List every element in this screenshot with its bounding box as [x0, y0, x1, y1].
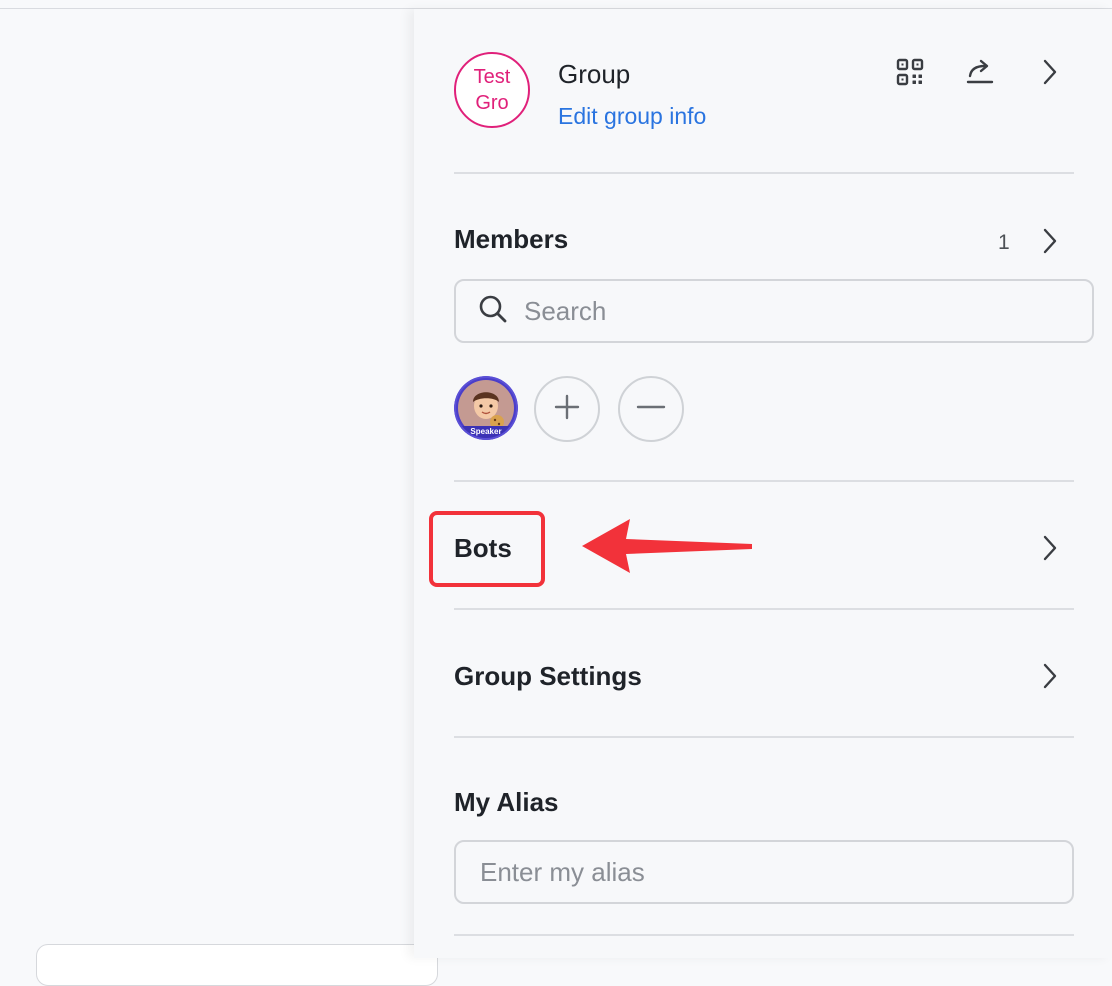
qr-code-icon[interactable]: [892, 54, 928, 90]
members-title: Members: [454, 224, 569, 254]
edit-group-info-link[interactable]: Edit group info: [558, 103, 706, 130]
member-search-input[interactable]: [522, 294, 1086, 328]
message-composer[interactable]: [36, 944, 438, 986]
member-avatar-caption: Speaker: [470, 427, 501, 436]
share-icon[interactable]: [962, 54, 998, 90]
annotation-highlight-box: [429, 511, 545, 587]
my-alias-input[interactable]: [478, 855, 1042, 889]
group-info-panel: Test Gro Group Edit group info Members 1…: [414, 9, 1112, 958]
plus-icon: [554, 394, 580, 425]
member-avatar[interactable]: Speaker: [454, 376, 518, 440]
group-settings-chevron-right-icon[interactable]: [1032, 658, 1068, 694]
divider: [454, 608, 1074, 610]
members-count: 1: [998, 231, 1010, 254]
search-icon: [478, 294, 508, 329]
member-search-box[interactable]: [454, 279, 1094, 343]
divider: [454, 480, 1074, 482]
remove-member-button[interactable]: [618, 376, 684, 442]
group-name: Group: [558, 59, 631, 89]
divider: [454, 934, 1074, 936]
my-alias-title: My Alias: [454, 787, 559, 817]
chat-area: [0, 9, 414, 958]
divider: [454, 172, 1074, 174]
group-settings-title[interactable]: Group Settings: [454, 661, 642, 692]
annotation-arrow-icon: [580, 519, 756, 580]
add-member-button[interactable]: [534, 376, 600, 442]
my-alias-box[interactable]: [454, 840, 1074, 904]
divider: [454, 736, 1074, 738]
group-avatar-text-line1: Test: [473, 66, 511, 88]
members-chevron-right-icon[interactable]: [1032, 223, 1068, 259]
group-avatar-text-line2: Gro: [475, 92, 509, 114]
group-avatar[interactable]: Test Gro: [454, 52, 530, 128]
minus-icon: [636, 394, 666, 425]
bots-row[interactable]: [454, 517, 1074, 577]
group-header-chevron-right-icon[interactable]: [1032, 54, 1068, 90]
bots-chevron-right-icon[interactable]: [1032, 530, 1068, 566]
